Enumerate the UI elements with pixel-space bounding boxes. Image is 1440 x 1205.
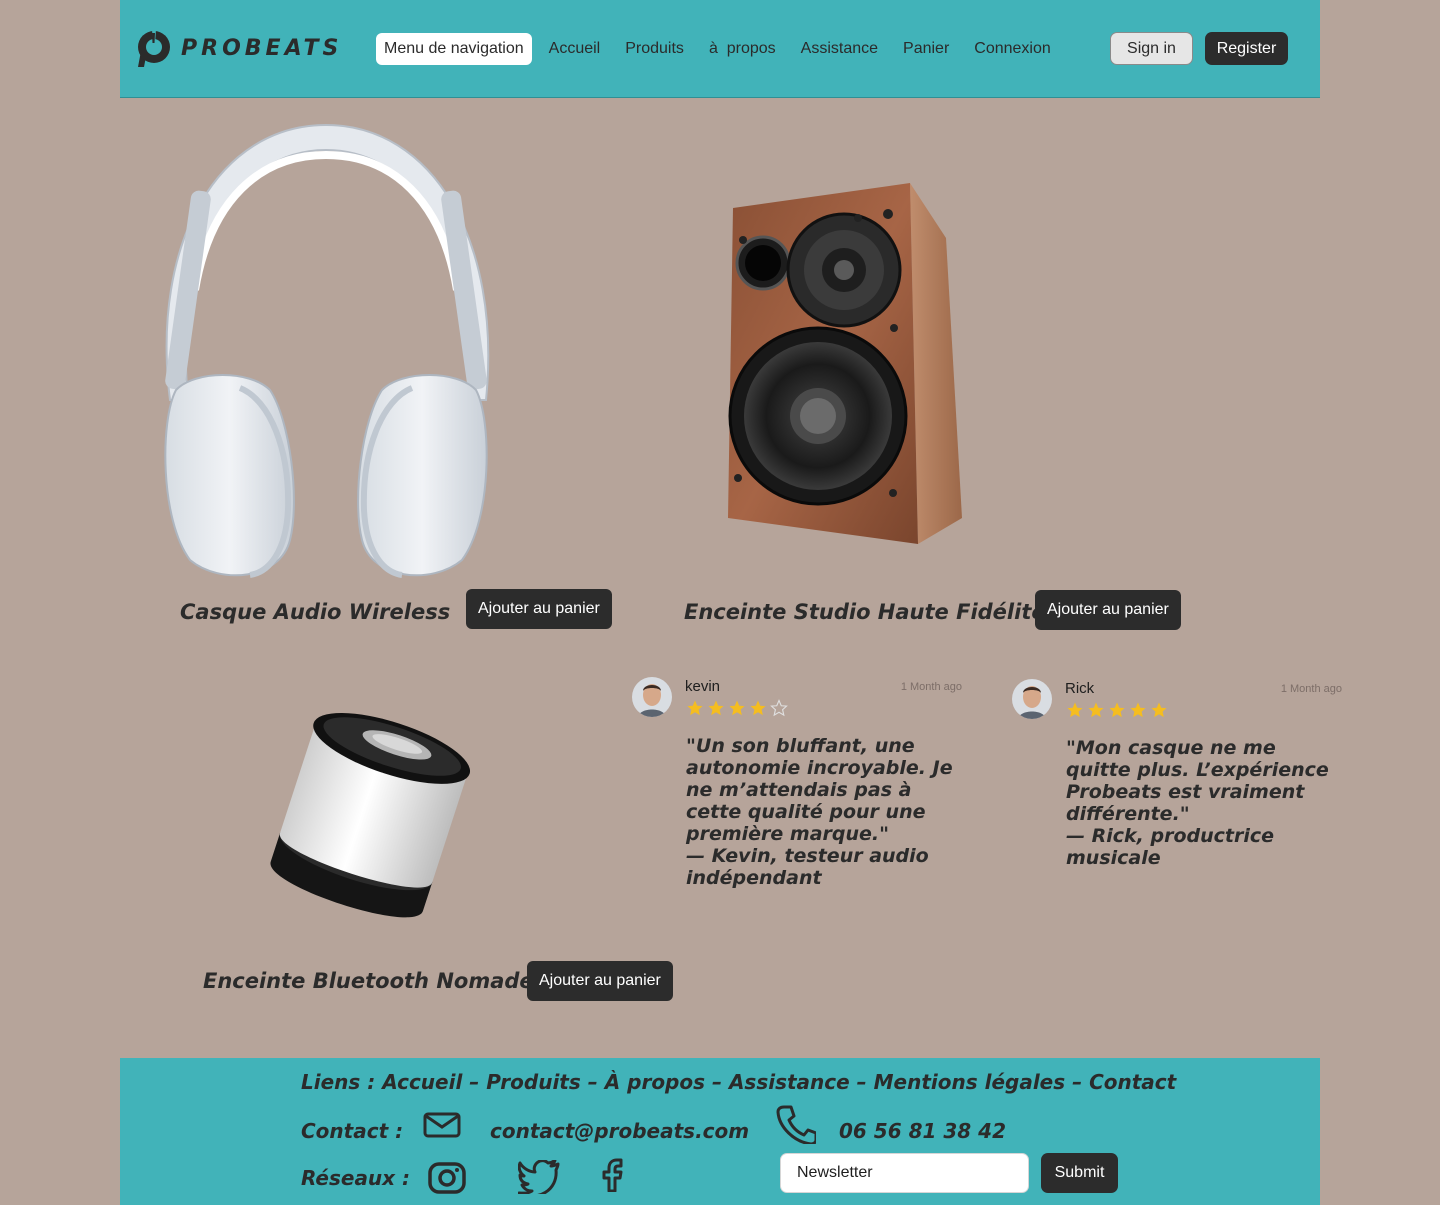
review-date: 1 Month ago xyxy=(900,681,962,693)
mail-icon xyxy=(423,1112,461,1138)
contact-phone[interactable]: 06 56 81 38 42 xyxy=(839,1119,1006,1143)
nav-produits[interactable]: Produits xyxy=(617,33,692,65)
nav-a-propos[interactable]: à propos xyxy=(701,33,784,65)
add-to-cart-studio-speaker-button[interactable]: Ajouter au panier xyxy=(1035,590,1181,630)
star-empty-icon xyxy=(770,699,788,717)
site-header: PROBEATS Menu de navigation Accueil Prod… xyxy=(120,0,1320,98)
nav-panier[interactable]: Panier xyxy=(895,33,957,65)
star-filled-icon xyxy=(750,700,766,716)
phone-icon xyxy=(776,1105,816,1144)
product-name-studio-speaker: Enceinte Studio Haute Fidélité xyxy=(684,600,1046,624)
twitter-icon[interactable] xyxy=(518,1160,560,1194)
star-filled-icon xyxy=(729,700,745,716)
star-filled-icon xyxy=(687,700,703,716)
nav-accueil[interactable]: Accueil xyxy=(541,33,609,65)
instagram-icon[interactable] xyxy=(428,1162,466,1194)
nav-menu-de-navigation[interactable]: Menu de navigation xyxy=(376,33,532,65)
headphones-image xyxy=(164,123,490,578)
product-name-headphones: Casque Audio Wireless xyxy=(180,600,451,624)
star-filled-icon xyxy=(1088,702,1104,718)
sign-in-button[interactable]: Sign in xyxy=(1110,32,1193,65)
avatar xyxy=(1012,679,1052,719)
star-filled-icon xyxy=(1109,702,1125,718)
star-rating xyxy=(1065,701,1170,719)
add-to-cart-bluetooth-speaker-button[interactable]: Ajouter au panier xyxy=(527,961,673,1001)
star-filled-icon xyxy=(708,700,724,716)
studio-speaker-image xyxy=(728,183,962,544)
site-footer: Liens : Accueil – Produits – À propos – … xyxy=(120,1058,1320,1205)
submit-button[interactable]: Submit xyxy=(1041,1153,1118,1193)
footer-links[interactable]: Liens : Accueil – Produits – À propos – … xyxy=(301,1070,1176,1094)
facebook-icon[interactable] xyxy=(600,1158,626,1192)
contact-email[interactable]: contact@probeats.com xyxy=(490,1119,749,1143)
logo-text: PROBEATS xyxy=(181,35,343,61)
review-card: kevin 1 Month ago "Un son bluffant, une … xyxy=(632,677,962,897)
review-quote: "Un son bluffant, une autonomie incroyab… xyxy=(686,735,953,889)
main-nav: Menu de navigation Accueil Produits à pr… xyxy=(376,33,1068,65)
logo-icon xyxy=(138,29,170,67)
nav-connexion[interactable]: Connexion xyxy=(966,33,1059,65)
nav-assistance[interactable]: Assistance xyxy=(793,33,886,65)
bluetooth-speaker-image xyxy=(270,713,471,918)
register-button[interactable]: Register xyxy=(1205,32,1288,65)
star-filled-icon xyxy=(1130,702,1146,718)
logo[interactable]: PROBEATS xyxy=(132,27,342,69)
newsletter-input[interactable] xyxy=(780,1153,1029,1193)
reviewer-name: Rick xyxy=(1065,680,1095,697)
review-date: 1 Month ago xyxy=(1280,683,1342,695)
review-card: Rick 1 Month ago "Mon casque ne me quitt… xyxy=(1012,679,1342,879)
add-to-cart-headphones-button[interactable]: Ajouter au panier xyxy=(466,589,612,629)
contact-label: Contact : xyxy=(301,1119,404,1143)
star-filled-icon xyxy=(1067,702,1083,718)
review-quote: "Mon casque ne me quitte plus. L’expérie… xyxy=(1066,737,1329,869)
reviewer-name: kevin xyxy=(685,678,721,695)
avatar xyxy=(632,677,672,717)
product-name-bluetooth-speaker: Enceinte Bluetooth Nomade xyxy=(203,969,534,993)
social-label: Réseaux : xyxy=(301,1166,411,1190)
star-filled-icon xyxy=(1151,702,1167,718)
star-rating xyxy=(685,699,790,717)
